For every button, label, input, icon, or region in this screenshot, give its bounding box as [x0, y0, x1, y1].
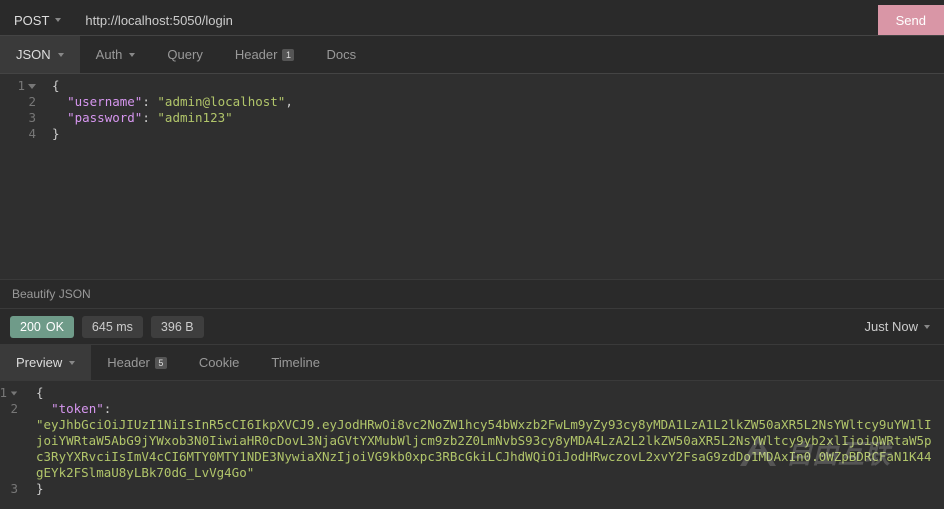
chevron-down-icon [69, 361, 75, 365]
tab-label: JSON [16, 47, 51, 62]
response-status-bar: 200 OK 645 ms 396 B Just Now [0, 309, 944, 345]
request-body-editor[interactable]: 1 2 3 4 { "username": "admin@localhost",… [0, 74, 944, 279]
chevron-down-icon [58, 53, 64, 57]
fold-arrow-icon[interactable] [28, 84, 36, 89]
chevron-down-icon [129, 53, 135, 57]
header-count-badge: 1 [282, 49, 294, 61]
tab-label: Preview [16, 355, 62, 370]
tab-label: Cookie [199, 355, 239, 370]
send-button[interactable]: Send [878, 5, 944, 35]
history-dropdown[interactable]: Just Now [865, 319, 934, 334]
response-body-viewer[interactable]: 1 2 3 { "token": "eyJhbGciOiJIUzI1NiIsIn… [0, 381, 944, 509]
response-size-pill: 396 B [151, 316, 204, 338]
chevron-down-icon [924, 325, 930, 329]
time-ago-label: Just Now [865, 319, 918, 334]
code-content[interactable]: { "username": "admin@localhost", "passwo… [42, 74, 944, 279]
tab-auth[interactable]: Auth [80, 36, 152, 73]
chevron-down-icon [55, 18, 61, 22]
beautify-json-button[interactable]: Beautify JSON [12, 287, 91, 301]
http-method-select[interactable]: POST [0, 5, 75, 35]
tab-label: Header [235, 47, 278, 62]
tab-timeline[interactable]: Timeline [255, 345, 336, 380]
beautify-bar: Beautify JSON [0, 279, 944, 309]
code-content: { "token": "eyJhbGciOiJIUzI1NiIsInR5cCI6… [24, 381, 944, 509]
url-input[interactable] [75, 5, 877, 35]
tab-docs[interactable]: Docs [310, 36, 372, 73]
tab-label: Timeline [271, 355, 320, 370]
status-code: 200 [20, 320, 41, 334]
tab-label: Query [167, 47, 202, 62]
response-tabs: Preview Header 5 Cookie Timeline [0, 345, 944, 381]
tab-query[interactable]: Query [151, 36, 218, 73]
header-count-badge: 5 [155, 357, 167, 369]
tab-header[interactable]: Header 1 [219, 36, 311, 73]
tab-label: Header [107, 355, 150, 370]
request-bar: POST Send [0, 0, 944, 36]
status-text: OK [46, 320, 64, 334]
line-number-gutter: 1 2 3 [0, 381, 24, 509]
status-code-pill: 200 OK [10, 316, 74, 338]
tab-label: Docs [326, 47, 356, 62]
tab-body-type[interactable]: JSON [0, 36, 80, 73]
fold-arrow-icon[interactable] [11, 391, 17, 395]
tab-response-header[interactable]: Header 5 [91, 345, 183, 380]
request-tabs: JSON Auth Query Header 1 Docs [0, 36, 944, 74]
response-time-pill: 645 ms [82, 316, 143, 338]
tab-label: Auth [96, 47, 123, 62]
tab-preview[interactable]: Preview [0, 345, 91, 380]
tab-cookie[interactable]: Cookie [183, 345, 255, 380]
http-method-label: POST [14, 13, 49, 28]
line-number-gutter: 1 2 3 4 [0, 74, 42, 279]
